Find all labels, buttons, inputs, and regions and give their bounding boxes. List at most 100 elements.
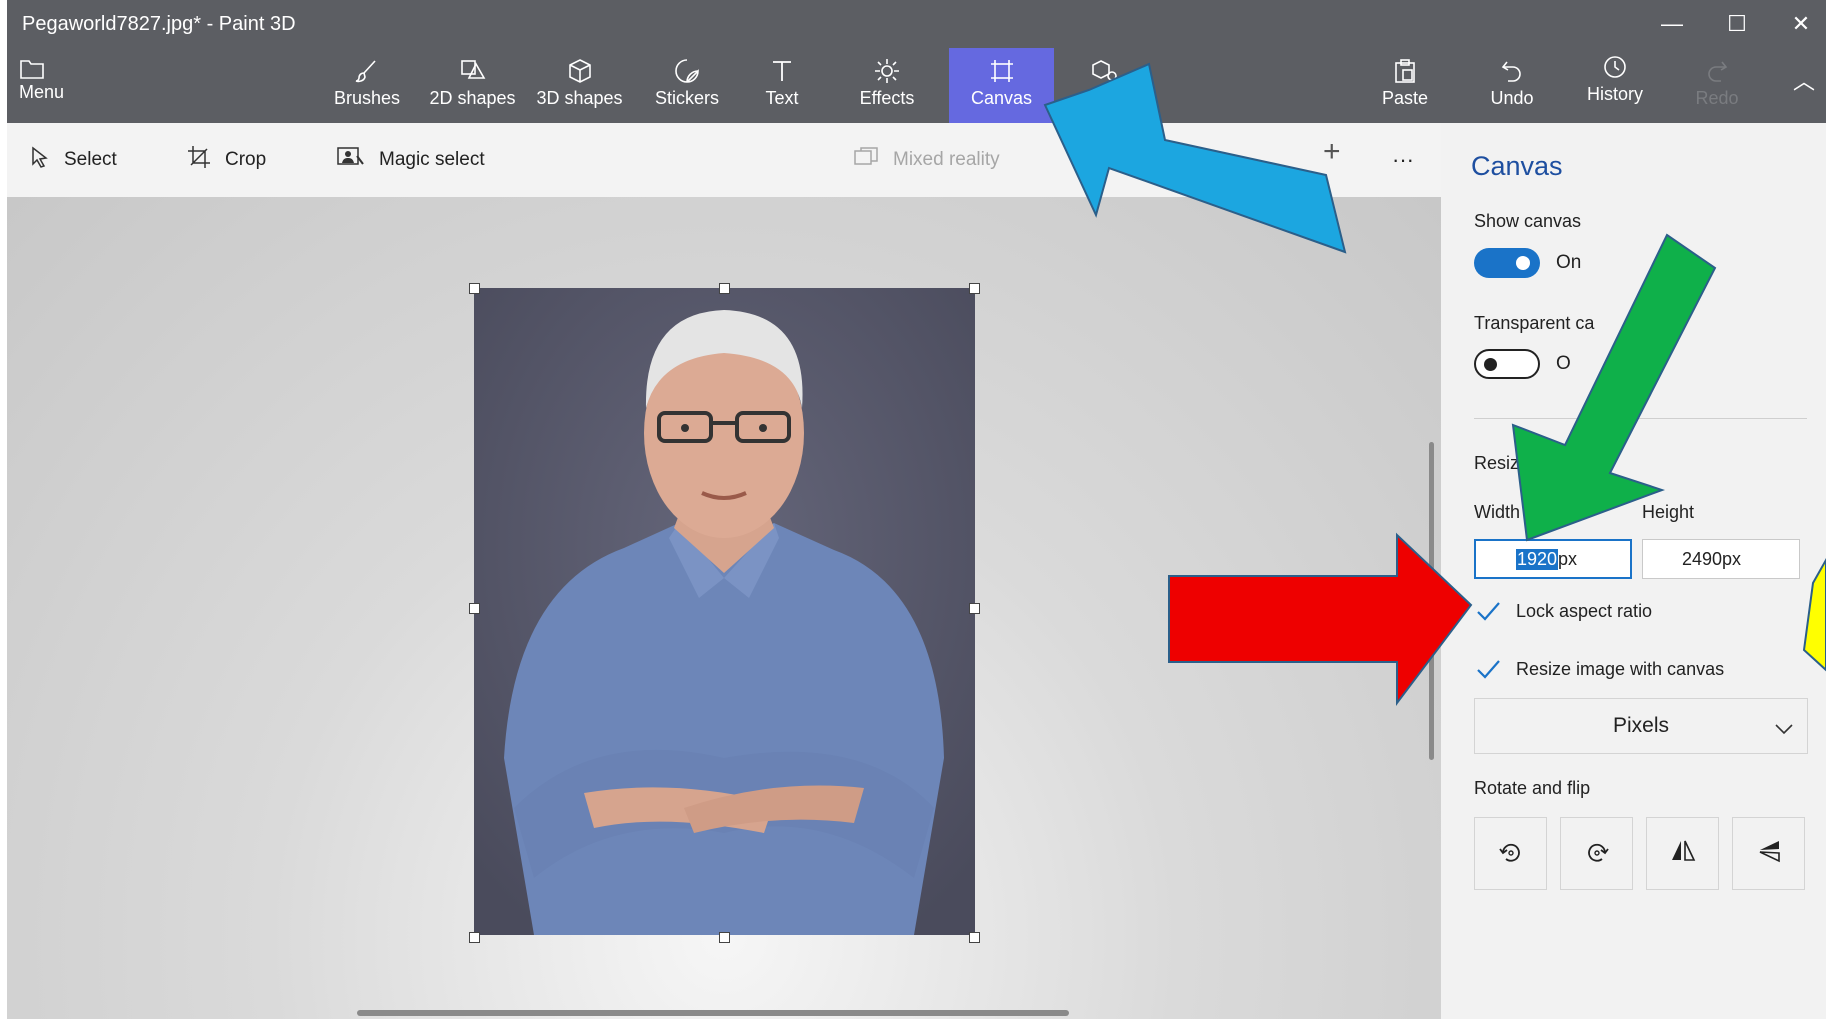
3d-library-icon [1075,48,1135,84]
width-input[interactable]: 1920 px [1474,539,1632,579]
units-dropdown[interactable]: Pixels [1474,698,1808,754]
minimize-button[interactable]: — [1652,6,1692,42]
2d-shapes-label: 2D shapes [429,88,516,108]
resize-handle-top[interactable] [719,283,730,294]
undo-icon [1477,48,1547,84]
height-unit: px [1722,548,1742,569]
mixed-reality-button[interactable]: Mixed reality [853,145,1000,175]
redo-label: Redo [1695,88,1739,108]
magic-select-label: Magic select [379,149,485,170]
paint3d-window: Pegaworld7827.jpg* - Paint 3D — ☐ ✕ Menu… [7,0,1826,1019]
undo-button[interactable]: Undo [1477,48,1547,123]
flip-vertical-button[interactable] [1646,817,1719,890]
title-bar: Pegaworld7827.jpg* - Paint 3D — ☐ ✕ [7,0,1826,48]
resize-image-checkbox[interactable]: Resize image with canvas [1474,655,1724,683]
flip-horizontal-button[interactable] [1732,817,1805,890]
canvas-label: Canvas [970,88,1033,108]
3d-library-button[interactable] [1075,48,1135,123]
lock-aspect-ratio-checkbox[interactable]: Lock aspect ratio [1474,597,1652,625]
mixed-reality-label: Mixed reality [893,149,1000,170]
folder-icon [19,48,79,84]
3d-cube-icon [532,48,627,84]
show-canvas-toggle[interactable] [1474,248,1540,278]
stickers-label: Stickers [654,88,719,108]
undo-label: Undo [1490,88,1534,108]
redo-icon [1687,48,1747,84]
height-label: Height [1642,502,1695,522]
show-canvas-label: Show canvas [1474,211,1582,231]
checkmark-icon [1474,597,1502,625]
magic-select-tool[interactable]: Magic select [337,145,485,175]
resize-canvas-label: Resiz [1474,453,1520,473]
transparent-canvas-toggle[interactable] [1474,349,1540,379]
maximize-button[interactable]: ☐ [1717,6,1757,42]
resize-handle-top-left[interactable] [469,283,480,294]
text-label: Text [765,88,799,108]
crop-label: Crop [225,149,267,170]
portrait-illustration [474,288,975,935]
portrait-photo[interactable] [474,288,975,935]
sun-icon [852,48,922,84]
history-label: History [1586,84,1643,104]
lock-aspect-ratio-label: Lock aspect ratio [1516,600,1653,621]
2d-shapes-button[interactable]: 2D shapes [425,48,520,123]
cursor-icon [30,146,50,174]
redo-button[interactable]: Redo [1687,48,1747,123]
magic-select-icon [337,146,365,174]
effects-label: Effects [859,88,915,108]
crop-icon [187,145,211,175]
width-label: Width [1474,502,1521,522]
menu-label: Menu [19,82,65,102]
brushes-button[interactable]: Brushes [327,48,407,123]
canvas-panel: Canvas Show canvas On Transparent ca O R… [1441,123,1826,1019]
brushes-label: Brushes [333,88,401,108]
paste-label: Paste [1381,88,1429,108]
rotate-right-button[interactable] [1560,817,1633,890]
menu-button[interactable]: Menu [19,48,79,123]
width-value: 1920 [1516,548,1559,570]
2d-shapes-icon [425,48,520,84]
rotate-left-icon [1498,838,1524,869]
effects-button[interactable]: Effects [852,48,922,123]
zoom-in-button[interactable]: + [1323,135,1341,168]
height-value: 2490 [1682,548,1723,569]
rotate-left-button[interactable] [1474,817,1547,890]
show-canvas-state: On [1556,252,1582,273]
resize-handle-bottom[interactable] [719,932,730,943]
3d-shapes-label: 3D shapes [536,88,623,108]
resize-handle-top-right[interactable] [969,283,980,294]
canvas-icon [949,48,1054,84]
history-icon [1575,48,1655,80]
sticker-icon [642,48,732,84]
resize-handle-bottom-right[interactable] [969,932,980,943]
canvas-workspace[interactable] [7,197,1441,1019]
flip-vertical-icon [1670,838,1696,869]
select-tool[interactable]: Select [30,145,117,175]
checkmark-icon [1474,655,1502,683]
tool-options-bar: Select Crop Magic select Mixed reality +… [7,123,1441,197]
horizontal-scrollbar[interactable] [357,1010,1069,1016]
transparent-canvas-state: O [1556,353,1571,374]
rotate-right-icon [1584,838,1610,869]
resize-handle-left[interactable] [469,603,480,614]
more-options-button[interactable]: ··· [1392,145,1414,175]
collapse-ribbon-button[interactable]: ︿ [1787,64,1821,94]
history-button[interactable]: History [1575,48,1655,123]
resize-handle-right[interactable] [969,603,980,614]
ribbon: Menu Brushes 2D shapes 3D shapes Sticker [7,48,1826,123]
panel-divider [1474,418,1807,419]
canvas-button[interactable]: Canvas [949,48,1054,123]
text-button[interactable]: Text [752,48,812,123]
vertical-scrollbar[interactable] [1429,442,1434,760]
close-button[interactable]: ✕ [1781,6,1821,42]
flip-horizontal-icon [1756,838,1782,869]
select-label: Select [64,149,117,170]
3d-shapes-button[interactable]: 3D shapes [532,48,627,123]
clipboard-icon [1370,48,1440,84]
paste-button[interactable]: Paste [1370,48,1440,123]
crop-tool[interactable]: Crop [187,145,266,175]
height-input[interactable]: 2490 px [1642,539,1800,579]
stickers-button[interactable]: Stickers [642,48,732,123]
resize-handle-bottom-left[interactable] [469,932,480,943]
units-selected-value: Pixels [1612,714,1670,737]
